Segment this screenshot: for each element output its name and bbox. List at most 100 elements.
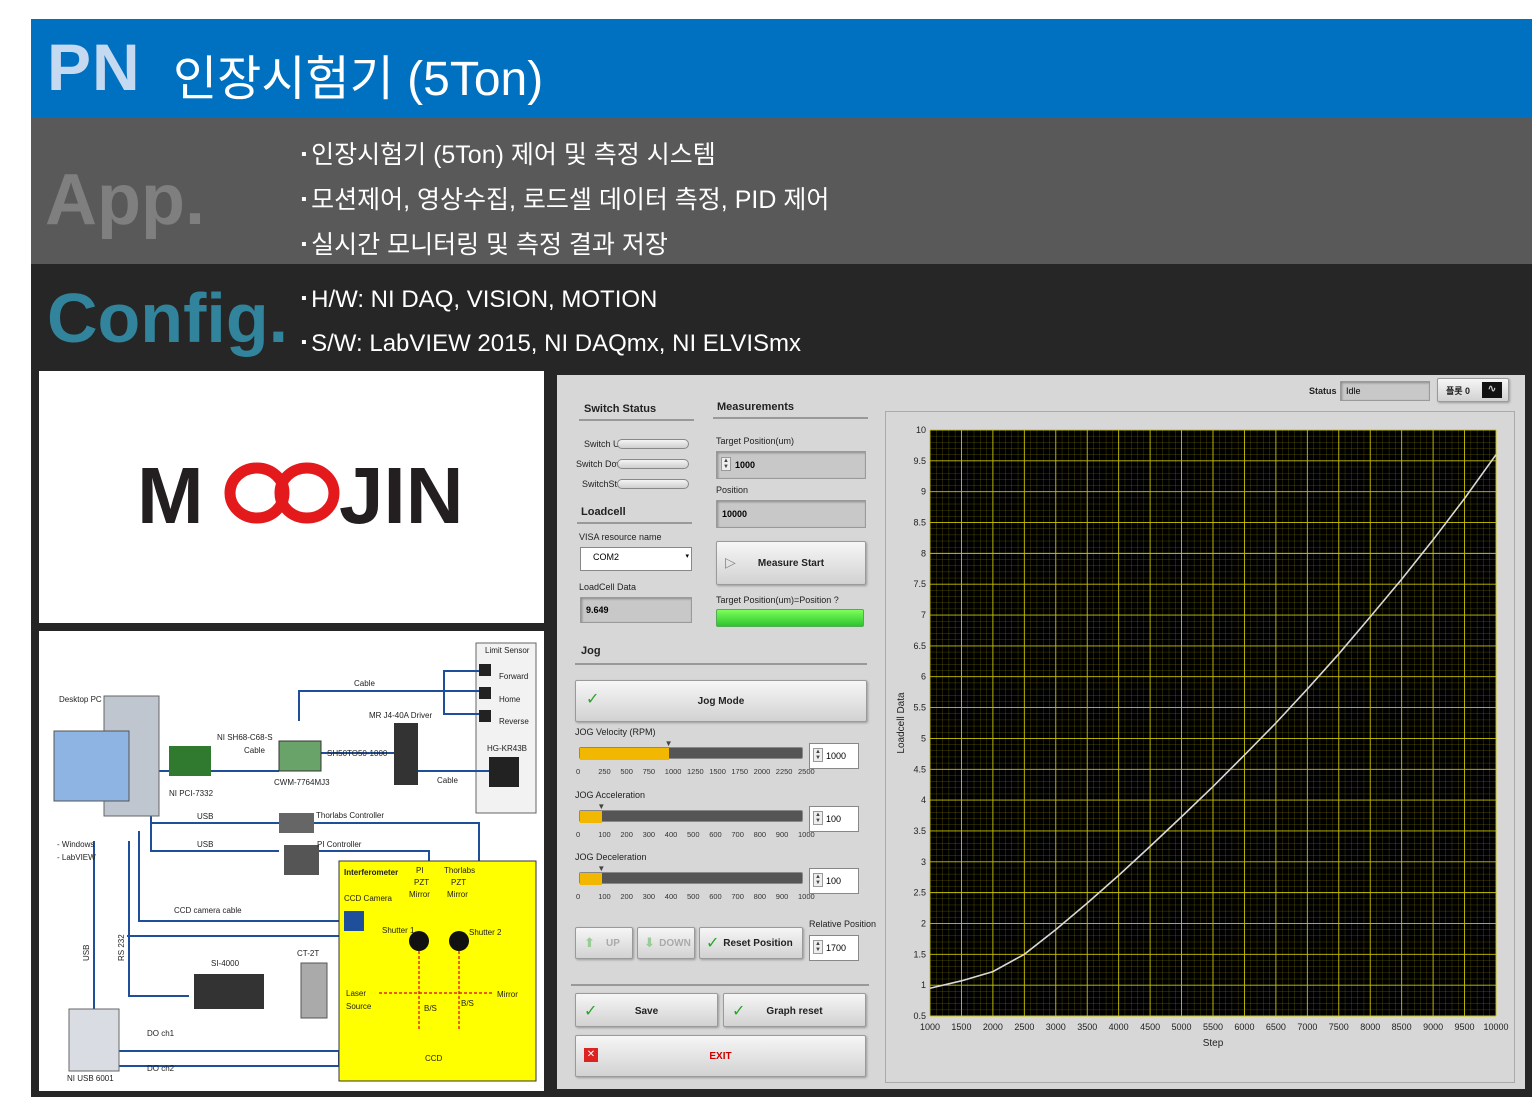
- jog-slider-input[interactable]: ▲ ▼ 100: [809, 806, 859, 832]
- cwm-label: CWM-7764MJ3: [274, 778, 330, 787]
- logo-text-jin: JIN: [339, 451, 464, 540]
- jog-heading: Jog: [581, 645, 601, 657]
- play-icon: ▷: [725, 554, 736, 570]
- slider-tick-label: 500: [687, 830, 700, 839]
- config-bullet: S/W: LabVIEW 2015, NI DAQmx, NI ELVISmx: [301, 330, 801, 358]
- page-title: 인장시험기 (5Ton): [173, 53, 544, 106]
- driver-label: MR J4-40A Driver: [369, 711, 432, 720]
- loadcell-chart-panel: 1000 1500 2000 2500 3000 3500 4000 4500 5000 5500…: [885, 411, 1515, 1083]
- slider-thumb-icon[interactable]: ▼: [665, 739, 673, 748]
- slider-tick-label: 400: [664, 830, 678, 839]
- sh68-label: NI SH68-C68-S: [217, 733, 273, 742]
- do2-label: DO ch2: [147, 1064, 175, 1073]
- y-tick-label: 2.5: [913, 888, 926, 898]
- plot-legend[interactable]: 플롯 0 ∿: [1437, 378, 1509, 402]
- visa-resource-select[interactable]: COM2 ▾: [580, 547, 692, 571]
- labview-label: - LabVIEW: [57, 853, 96, 862]
- ccd-label: CCD: [425, 1054, 443, 1063]
- jog-slider-track[interactable]: [579, 747, 803, 760]
- target-eq-label: Target Position(um)=Position ?: [716, 595, 839, 605]
- reset-position-label: Reset Position: [723, 938, 793, 949]
- target-position-input[interactable]: ▲ ▼ 1000: [716, 451, 866, 479]
- niusb-label: NI USB 6001: [67, 1074, 114, 1083]
- jog-mode-label: Jog Mode: [697, 696, 745, 707]
- home-label: Home: [499, 695, 521, 704]
- loadcell-data-label: LoadCell Data: [579, 582, 637, 592]
- jog-slider-label: JOG Acceleration: [575, 790, 646, 800]
- jog-slider-label: JOG Deceleration: [575, 852, 647, 862]
- dropdown-arrow-icon[interactable]: ▾: [685, 552, 689, 560]
- app-bullet: 모션제어, 영상수집, 로드셀 데이터 측정, PID 제어: [301, 180, 829, 216]
- down-label: DOWN: [659, 938, 691, 949]
- check-icon: ✓: [586, 691, 600, 708]
- measure-start-button[interactable]: ▷ Measure Start: [716, 541, 866, 585]
- target-position-label: Target Position(um): [716, 436, 795, 446]
- stepper-icon[interactable]: ▲ ▼: [813, 811, 823, 825]
- relative-position-value: 1700: [826, 943, 847, 953]
- slider-tick-label: 800: [753, 830, 767, 839]
- slider-thumb-icon[interactable]: ▼: [597, 864, 605, 873]
- app-bullet: 인장시험기 (5Ton) 제어 및 측정 시스템: [301, 135, 716, 171]
- jog-slider-track[interactable]: [579, 872, 803, 885]
- x-tick-label: 5500: [1203, 1022, 1223, 1032]
- relative-position-input[interactable]: ▲ ▼ 1700: [809, 935, 859, 961]
- rs232-label: RS 232: [117, 934, 126, 961]
- save-button[interactable]: ✓ Save: [575, 993, 718, 1027]
- app-label: App.: [45, 160, 205, 240]
- thorlabs-controller-icon: [279, 813, 314, 833]
- stepper-icon[interactable]: ▲ ▼: [721, 457, 731, 471]
- check-icon: ✓: [706, 935, 720, 952]
- x-tick-label: 6500: [1266, 1022, 1286, 1032]
- jog-slider-input[interactable]: ▲ ▼ 100: [809, 868, 859, 894]
- config-label: Config.: [47, 279, 289, 357]
- cable3-label: Cable: [437, 776, 458, 785]
- app-section: App. 인장시험기 (5Ton) 제어 및 측정 시스템 모션제어, 영상수집…: [31, 117, 1532, 264]
- slider-thumb-icon[interactable]: ▼: [597, 802, 605, 811]
- slider-tick-label: 0: [576, 892, 581, 901]
- mirror-label: Mirror: [497, 990, 518, 999]
- jog-slider-track[interactable]: [579, 810, 803, 823]
- graph-reset-button[interactable]: ✓ Graph reset: [723, 993, 866, 1027]
- thorlabs-pzt-label: Mirror: [447, 890, 468, 899]
- pci-card-icon: [169, 746, 211, 776]
- ccd-camera-label: CCD Camera: [344, 894, 393, 903]
- x-tick-label: 5000: [1172, 1022, 1192, 1032]
- y-axis-label: Loadcell Data: [896, 692, 907, 754]
- y-tick-label: 1.5: [913, 949, 926, 959]
- shutter2-label: Shutter 2: [469, 928, 502, 937]
- target-position-value: 1000: [735, 460, 756, 470]
- exit-button[interactable]: ✕ EXIT: [575, 1035, 866, 1077]
- ct2t-icon: [300, 962, 328, 1019]
- config-bullet: H/W: NI DAQ, VISION, MOTION: [301, 286, 657, 314]
- stepper-icon[interactable]: ▲ ▼: [813, 873, 823, 887]
- up-button[interactable]: ⬆ UP: [575, 927, 633, 959]
- status-label: Status: [1309, 386, 1337, 396]
- switch-up-led: [617, 439, 689, 449]
- slider-tick-label: 2500: [798, 767, 815, 776]
- position-label: Position: [716, 485, 749, 495]
- pi-pzt-label: Mirror: [409, 890, 430, 899]
- stepper-icon[interactable]: ▲ ▼: [813, 940, 823, 954]
- x-tick-label: 8500: [1392, 1022, 1412, 1032]
- slider-tick-label: 1250: [687, 767, 704, 776]
- x-tick-label: 6000: [1234, 1022, 1254, 1032]
- jog-mode-button[interactable]: ✓ Jog Mode: [575, 680, 867, 722]
- reset-position-button[interactable]: ✓ Reset Position: [699, 927, 803, 959]
- x-tick-label: 2500: [1014, 1022, 1034, 1032]
- stepper-icon[interactable]: ▲ ▼: [813, 748, 823, 762]
- y-tick-label: 9.5: [913, 456, 926, 466]
- down-arrow-icon: ⬇: [644, 935, 655, 950]
- reverse-sensor-icon: [479, 710, 491, 722]
- ccd-cable-label: CCD camera cable: [174, 906, 242, 915]
- niusb-icon: [68, 1008, 120, 1072]
- shutter1-label: Shutter 1: [382, 926, 415, 935]
- jog-slider-fill: [580, 811, 603, 823]
- si4000-icon: [194, 974, 264, 1009]
- target-eq-led: [716, 609, 864, 627]
- thorlabs-controller-label: Thorlabs Controller: [316, 811, 384, 820]
- status-indicator: Idle: [1340, 381, 1430, 401]
- jog-slider-input[interactable]: ▲ ▼ 1000: [809, 743, 859, 769]
- do1-label: DO ch1: [147, 1029, 175, 1038]
- measurements-heading: Measurements: [717, 401, 795, 413]
- down-button[interactable]: ⬇ DOWN: [637, 927, 695, 959]
